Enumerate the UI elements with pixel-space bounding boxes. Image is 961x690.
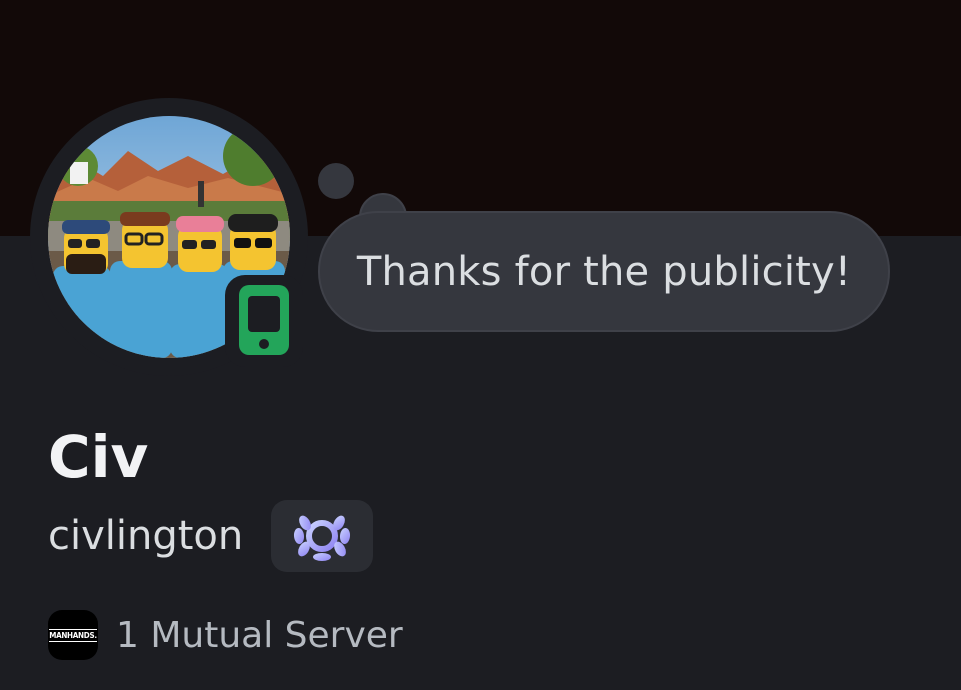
username: civlington [48,513,244,559]
thought-bubble-small-dot [318,163,354,199]
mutual-servers-label: 1 Mutual Server [116,614,403,656]
user-profile-card: Thanks for the publicity! Civ civlington… [0,0,961,690]
status-indicator-frame [225,275,303,367]
laurel-wreath-badge-icon [293,515,351,561]
server-icon: MANHANDS. [48,610,98,660]
custom-status-text: Thanks for the publicity! [356,248,852,295]
custom-status-bubble[interactable]: Thanks for the publicity! [318,211,890,332]
display-name: Civ [48,423,149,491]
server-icon-text: MANHANDS. [49,628,97,642]
profile-badge[interactable] [271,500,373,572]
mobile-online-status-icon [239,285,289,355]
mutual-servers-row[interactable]: MANHANDS. 1 Mutual Server [48,610,403,660]
